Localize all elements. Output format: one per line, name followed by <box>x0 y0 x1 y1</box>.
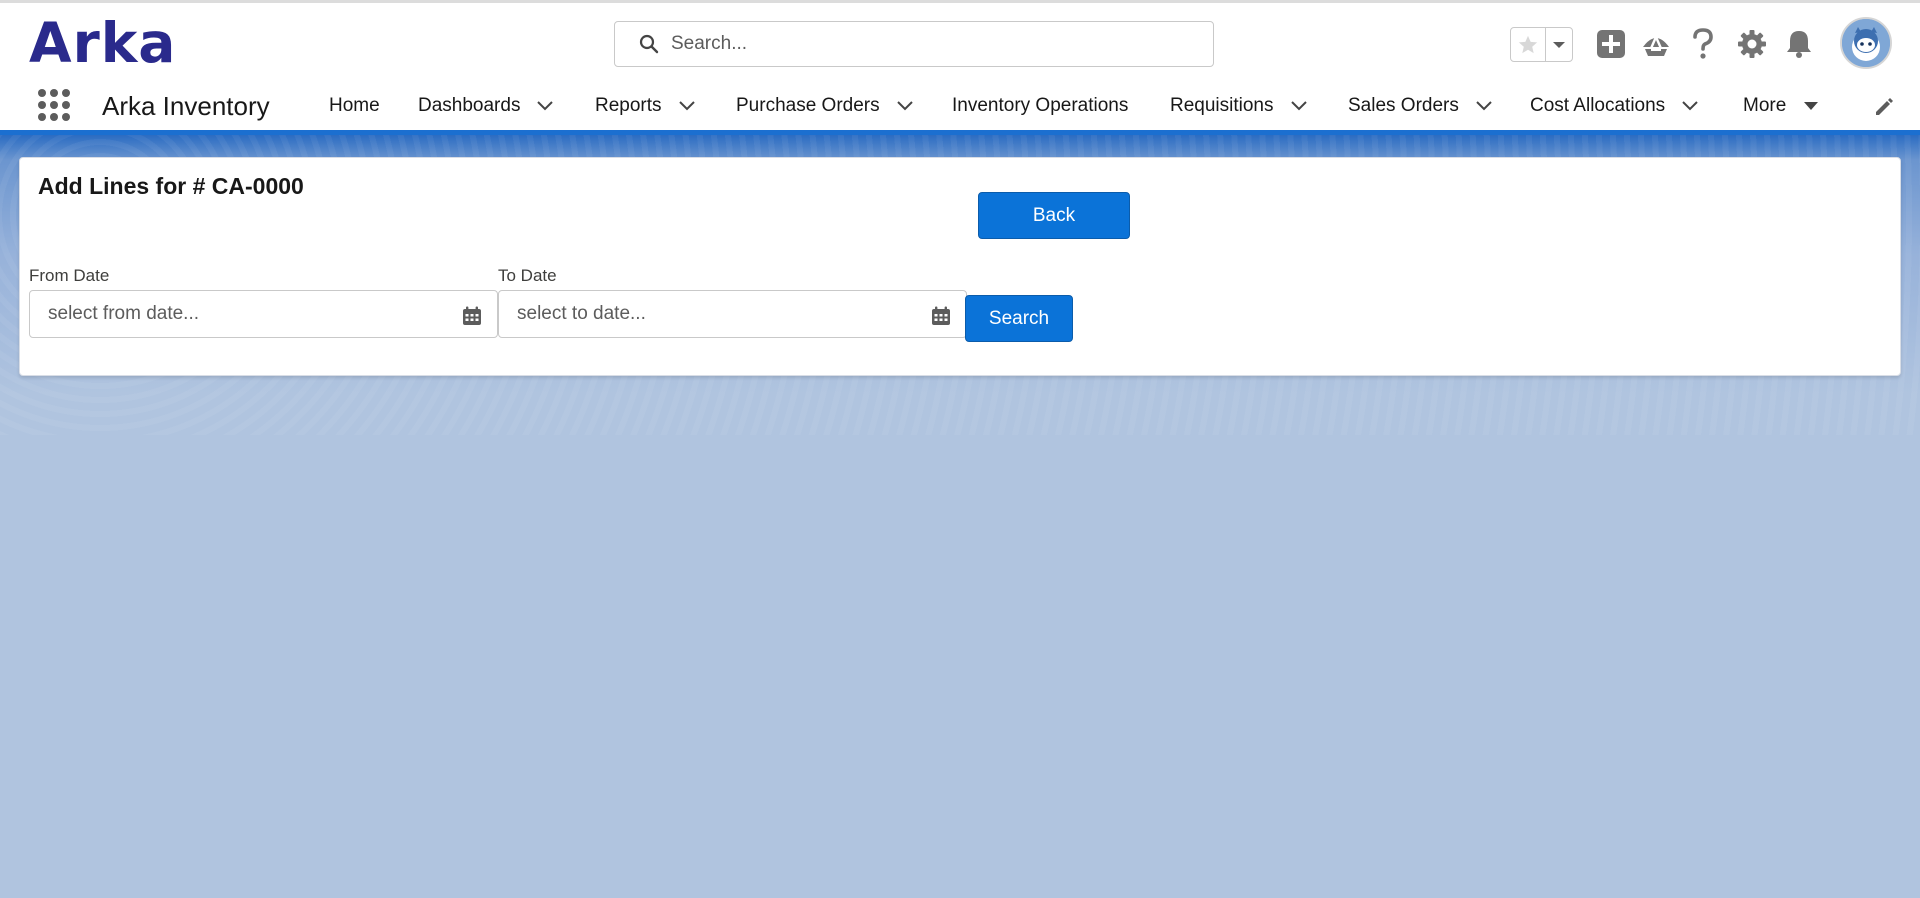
nav-item-label: Home <box>329 95 380 116</box>
from-date-label: From Date <box>29 266 110 285</box>
to-date-label: To Date <box>498 266 557 285</box>
favorite-star-button[interactable] <box>1511 28 1546 61</box>
star-icon <box>1518 35 1538 53</box>
nav-item-label: Dashboards <box>418 95 521 116</box>
search-input[interactable] <box>671 33 1191 55</box>
nav-item-inventory-operations[interactable]: Inventory Operations <box>952 82 1128 130</box>
search-button[interactable]: Search <box>965 295 1073 342</box>
chevron-down-icon[interactable] <box>1290 100 1308 112</box>
chevron-down-icon[interactable] <box>678 100 696 112</box>
nav-item-home[interactable]: Home <box>329 82 380 130</box>
nav-item-label: More <box>1743 95 1787 116</box>
nav-item-label: Inventory Operations <box>952 95 1129 116</box>
nav-item-sales-orders[interactable]: Sales Orders <box>1348 82 1493 130</box>
nav-item-more[interactable]: More <box>1743 82 1820 130</box>
nav-item-reports[interactable]: Reports <box>595 82 696 130</box>
app-launcher-button[interactable] <box>37 88 71 122</box>
edit-nav-items-button[interactable] <box>1873 96 1895 118</box>
add-lines-card: Add Lines for # CA-0000 Back From Date T… <box>19 157 1901 376</box>
nav-item-dashboards[interactable]: Dashboards <box>418 82 554 130</box>
app-navigation: Arka Inventory Home Dashboards Reports P… <box>0 82 1920 135</box>
notification-bell-icon <box>1787 31 1811 58</box>
trailhead-icon <box>1643 36 1669 56</box>
global-actions-button[interactable] <box>1594 25 1628 63</box>
back-button[interactable]: Back <box>978 192 1130 239</box>
nav-item-cost-allocations[interactable]: Cost Allocations <box>1530 82 1699 130</box>
nav-item-requisitions[interactable]: Requisitions <box>1170 82 1308 130</box>
chevron-down-icon[interactable] <box>896 100 914 112</box>
page-title: Add Lines for # CA-0000 <box>38 173 304 199</box>
chevron-down-icon[interactable] <box>1475 100 1493 112</box>
nav-item-label: Cost Allocations <box>1530 95 1666 116</box>
favorites-group <box>1510 27 1573 62</box>
nav-item-label: Sales Orders <box>1348 95 1459 116</box>
chevron-down-icon[interactable] <box>536 100 554 112</box>
from-date-input[interactable] <box>30 303 450 325</box>
nav-item-label: Reports <box>595 95 662 116</box>
pencil-edit-icon <box>1876 98 1893 115</box>
nav-item-label: Requisitions <box>1170 95 1274 116</box>
help-button[interactable] <box>1686 25 1720 63</box>
app-name: Arka Inventory <box>102 91 270 121</box>
to-date-input[interactable] <box>499 303 919 325</box>
caret-down-icon[interactable] <box>1802 100 1820 112</box>
user-avatar[interactable] <box>1840 17 1892 69</box>
setup-gear-icon <box>1738 30 1766 58</box>
nav-item-label: Purchase Orders <box>736 95 880 116</box>
arka-logo[interactable]: Arka <box>29 15 176 71</box>
notifications-button[interactable] <box>1782 25 1816 63</box>
astro-avatar-icon <box>1842 19 1890 67</box>
chevron-down-icon[interactable] <box>1681 100 1699 112</box>
help-icon <box>1693 28 1713 59</box>
favorites-list-button[interactable] <box>1546 28 1572 61</box>
search-icon <box>639 34 659 54</box>
from-date-field[interactable] <box>29 290 498 338</box>
app-launcher-waffle-icon <box>38 89 70 121</box>
add-icon <box>1597 30 1625 58</box>
global-header: Arka <box>0 0 1920 82</box>
setup-button[interactable] <box>1735 25 1769 63</box>
to-date-field[interactable] <box>498 290 967 338</box>
global-search[interactable] <box>614 21 1214 67</box>
calendar-icon[interactable] <box>462 306 482 326</box>
chevron-down-icon <box>1553 41 1565 48</box>
nav-item-purchase-orders[interactable]: Purchase Orders <box>736 82 914 130</box>
calendar-icon[interactable] <box>931 306 951 326</box>
trailhead-button[interactable] <box>1639 25 1673 63</box>
